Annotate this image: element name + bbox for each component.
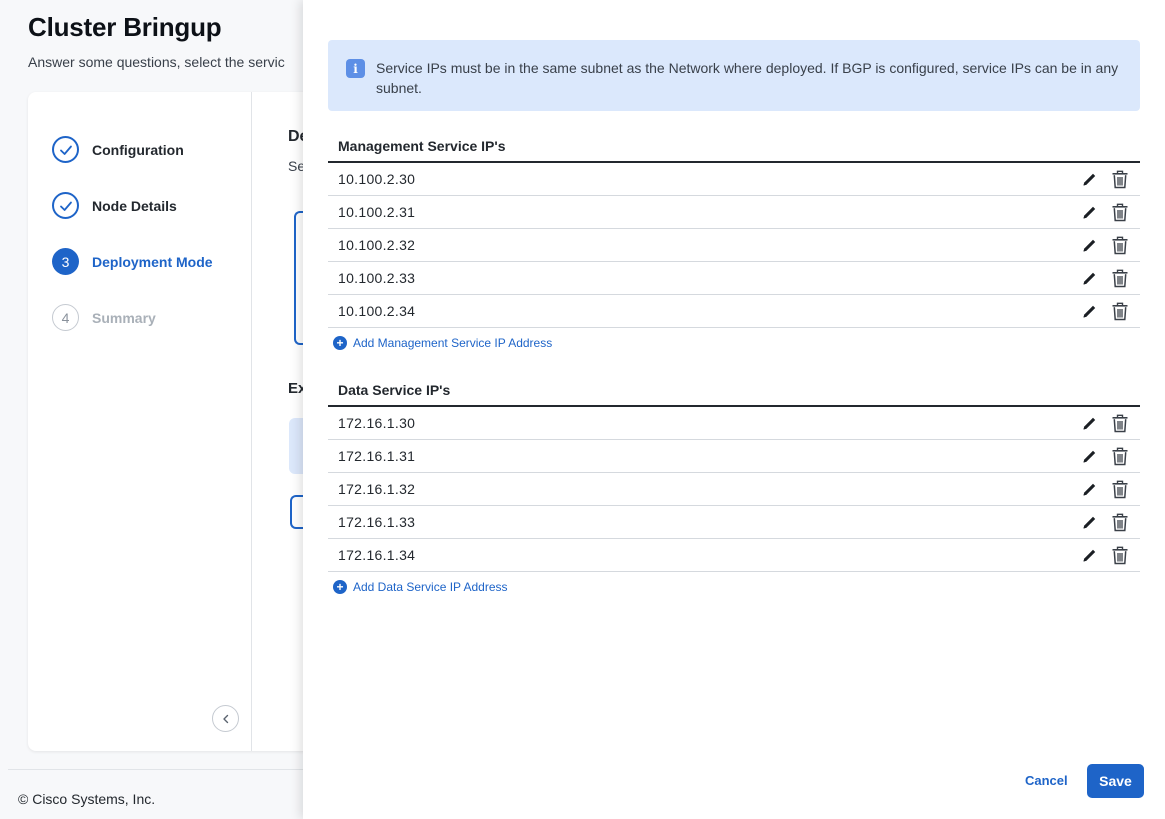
pencil-icon[interactable] (1078, 544, 1100, 566)
trash-icon[interactable] (1109, 201, 1131, 223)
row-actions (1078, 201, 1131, 223)
trash-icon[interactable] (1109, 300, 1131, 322)
step-label: Node Details (92, 197, 177, 214)
trash-icon[interactable] (1109, 412, 1131, 434)
pencil-icon[interactable] (1078, 445, 1100, 467)
service-ips-drawer: i Service IPs must be in the same subnet… (303, 0, 1165, 819)
pencil-icon[interactable] (1078, 168, 1100, 190)
pencil-icon[interactable] (1078, 478, 1100, 500)
ip-address: 172.16.1.32 (338, 481, 416, 497)
step-deployment-mode[interactable]: 3 Deployment Mode (52, 248, 213, 275)
step-node-details[interactable]: Node Details (52, 192, 177, 219)
ip-row: 172.16.1.30 (328, 407, 1140, 440)
step-configuration[interactable]: Configuration (52, 136, 184, 163)
ip-address: 10.100.2.34 (338, 303, 416, 319)
add-management-ip-button[interactable]: + Add Management Service IP Address (328, 336, 1140, 350)
trash-icon[interactable] (1109, 267, 1131, 289)
ip-address: 172.16.1.33 (338, 514, 416, 530)
trash-icon[interactable] (1109, 445, 1131, 467)
row-actions (1078, 300, 1131, 322)
row-actions (1078, 168, 1131, 190)
pencil-icon[interactable] (1078, 267, 1100, 289)
pencil-icon[interactable] (1078, 412, 1100, 434)
management-ips-section: Management Service IP's 10.100.2.30 10.10… (328, 130, 1140, 350)
ip-address: 172.16.1.31 (338, 448, 416, 464)
collapse-sidebar-button[interactable] (212, 705, 239, 732)
row-actions (1078, 412, 1131, 434)
trash-icon[interactable] (1109, 511, 1131, 533)
chevron-left-icon (222, 714, 228, 723)
step-label: Configuration (92, 141, 184, 158)
ip-row: 172.16.1.31 (328, 440, 1140, 473)
check-icon (52, 136, 79, 163)
wizard-steps: Configuration Node Details 3 Deployment … (28, 92, 252, 751)
ip-address: 10.100.2.33 (338, 270, 416, 286)
trash-icon[interactable] (1109, 544, 1131, 566)
row-actions (1078, 511, 1131, 533)
pencil-icon[interactable] (1078, 201, 1100, 223)
pencil-icon[interactable] (1078, 234, 1100, 256)
footer-copyright: © Cisco Systems, Inc. (18, 791, 156, 807)
plus-circle-icon: + (333, 580, 347, 594)
step-number: 4 (52, 304, 79, 331)
wizard-card: Configuration Node Details 3 Deployment … (28, 92, 328, 751)
ip-row: 10.100.2.32 (328, 229, 1140, 262)
save-button[interactable]: Save (1087, 764, 1144, 798)
add-data-ip-label: Add Data Service IP Address (353, 580, 508, 594)
row-actions (1078, 234, 1131, 256)
ip-address: 172.16.1.30 (338, 415, 416, 431)
step-label: Deployment Mode (92, 253, 213, 270)
ip-address: 10.100.2.30 (338, 171, 416, 187)
ip-row: 10.100.2.31 (328, 196, 1140, 229)
add-data-ip-button[interactable]: + Add Data Service IP Address (328, 580, 1140, 594)
management-ips-title: Management Service IP's (328, 130, 1140, 163)
ip-row: 172.16.1.34 (328, 539, 1140, 572)
step-label: Summary (92, 309, 156, 326)
info-banner: i Service IPs must be in the same subnet… (328, 40, 1140, 111)
info-icon: i (346, 59, 365, 78)
ip-row: 10.100.2.30 (328, 163, 1140, 196)
ip-address: 172.16.1.34 (338, 547, 416, 563)
trash-icon[interactable] (1109, 478, 1131, 500)
step-summary: 4 Summary (52, 304, 156, 331)
row-actions (1078, 445, 1131, 467)
pencil-icon[interactable] (1078, 511, 1100, 533)
page-title: Cluster Bringup (28, 12, 222, 42)
row-actions (1078, 544, 1131, 566)
footer-divider (8, 769, 308, 770)
check-icon (52, 192, 79, 219)
data-ips-title: Data Service IP's (328, 374, 1140, 407)
ip-row: 172.16.1.33 (328, 506, 1140, 539)
ip-address: 10.100.2.31 (338, 204, 416, 220)
cancel-button[interactable]: Cancel (1025, 773, 1068, 788)
ip-row: 10.100.2.34 (328, 295, 1140, 328)
page-subtitle: Answer some questions, select the servic (28, 54, 285, 70)
trash-icon[interactable] (1109, 168, 1131, 190)
pencil-icon[interactable] (1078, 300, 1100, 322)
row-actions (1078, 267, 1131, 289)
ip-row: 172.16.1.32 (328, 473, 1140, 506)
step-number: 3 (52, 248, 79, 275)
data-ips-section: Data Service IP's 172.16.1.30 172.16.1.31… (328, 374, 1140, 594)
row-actions (1078, 478, 1131, 500)
trash-icon[interactable] (1109, 234, 1131, 256)
ip-row: 10.100.2.33 (328, 262, 1140, 295)
ip-address: 10.100.2.32 (338, 237, 416, 253)
add-management-ip-label: Add Management Service IP Address (353, 336, 553, 350)
info-text: Service IPs must be in the same subnet a… (376, 60, 1119, 96)
plus-circle-icon: + (333, 336, 347, 350)
